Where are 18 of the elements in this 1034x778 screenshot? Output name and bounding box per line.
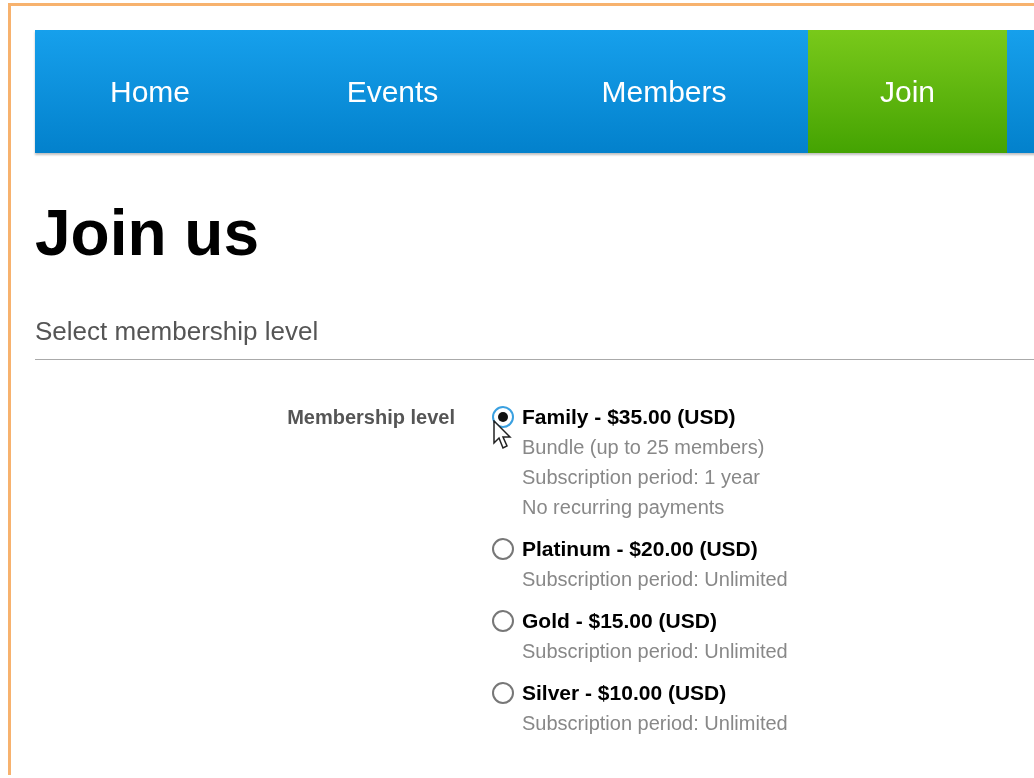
mouse-pointer-icon [493, 420, 513, 452]
page-heading: Join us [35, 201, 261, 265]
option-detail: Subscription period: Unlimited [522, 711, 788, 736]
radio-button[interactable] [492, 538, 514, 560]
radio-button[interactable] [492, 406, 514, 428]
option-detail: Subscription period: Unlimited [522, 567, 788, 592]
section-title: Select membership level [35, 316, 319, 346]
option-detail: Bundle (up to 25 members) [522, 435, 765, 460]
field-label: Membership level [287, 405, 455, 430]
option-title[interactable]: Family - $35.00 (USD) [522, 402, 765, 432]
option-title[interactable]: Gold - $15.00 (USD) [522, 606, 788, 636]
option-title[interactable]: Platinum - $20.00 (USD) [522, 534, 788, 564]
option-title[interactable]: Silver - $10.00 (USD) [522, 678, 788, 708]
option-detail: Subscription period: 1 year [522, 465, 761, 490]
radio-button[interactable] [492, 682, 514, 704]
radio-button[interactable] [492, 610, 514, 632]
option-detail: No recurring payments [522, 495, 726, 520]
option-detail: Subscription period: Unlimited [522, 639, 788, 664]
